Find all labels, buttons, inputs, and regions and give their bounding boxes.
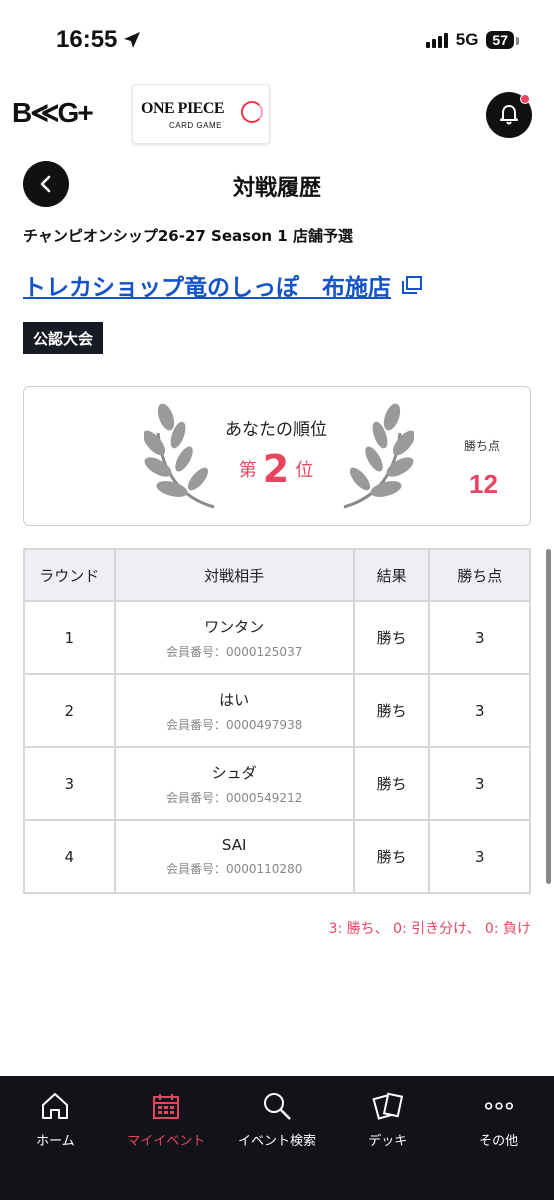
header-result: 結果 [352,548,431,602]
score-legend: 3: 勝ち、 0: 引き分け、 0: 負け [328,921,531,937]
nav-home[interactable]: ホーム [0,1076,111,1200]
opponent-cell: SAI 会員番号：0000110280 [113,819,355,894]
bottom-nav: ホーム マイイベント イベント検索 デッキ その他 [0,1076,554,1200]
rank-prefix: 第 [238,460,257,481]
round-cell: 3 [23,746,116,821]
op-ring-icon [241,101,263,123]
opponent-name: はい [219,690,250,709]
home-icon [39,1090,71,1122]
location-arrow-icon [124,32,141,48]
search-icon [261,1090,293,1122]
table-row: 3 シュダ 会員番号：0000549212 勝ち 3 [23,746,531,821]
nav-deck[interactable]: デッキ [332,1076,443,1200]
nav-deck-label: デッキ [368,1134,408,1149]
points-cell: 3 [428,600,531,675]
clock-text: 16:55 [56,26,118,53]
cards-icon [372,1090,404,1122]
app-header: B≪G+ ONE PIECE CARD GAME [0,84,554,146]
points-value: 12 [469,469,498,499]
event-name: チャンピオンシップ26-27 Season 1 店舗予選 [23,227,353,245]
one-piece-logo[interactable]: ONE PIECE CARD GAME [132,84,270,144]
opponent-cell: はい 会員番号：0000497938 [113,673,355,748]
result-cell: 勝ち [352,600,431,675]
member-id: 会員番号：0000125037 [165,644,303,659]
op-logo-title: ONE PIECE [141,100,225,117]
nav-more[interactable]: その他 [443,1076,554,1200]
result-cell: 勝ち [352,746,431,821]
nav-event-search-label: イベント検索 [237,1134,316,1149]
status-time: 16:55 [56,26,141,54]
battery-icon: 57 [486,31,519,49]
rank-value: 第2位 [22,447,530,491]
opponent-name: SAI [221,836,247,854]
header-opponent: 対戦相手 [113,548,355,602]
more-icon [483,1090,515,1122]
shop-name: トレカショップ竜のしっぽ 布施店 [23,275,391,301]
official-tournament-badge: 公認大会 [23,322,104,354]
rank-card: あなたの順位 第2位 勝ち点 12 [23,386,531,526]
points-cell: 3 [428,673,531,748]
table-row: 4 SAI 会員番号：0000110280 勝ち 3 [23,819,531,894]
result-cell: 勝ち [352,819,431,894]
round-cell: 4 [23,819,116,894]
header-points: 勝ち点 [428,548,531,602]
bccg-logo[interactable]: B≪G+ [12,96,94,129]
points-cell: 3 [428,746,531,821]
member-id: 会員番号：0000110280 [165,862,303,876]
points-cell: 3 [428,819,531,894]
nav-my-events-label: マイイベント [127,1134,206,1149]
shop-link[interactable]: トレカショップ竜のしっぽ 布施店 [23,268,423,302]
header-round: ラウンド [23,548,116,602]
result-cell: 勝ち [352,673,431,748]
network-type: 5G [455,30,479,49]
table-row: 1 ワンタン 会員番号：0000125037 勝ち 3 [23,600,531,675]
scrollbar[interactable] [546,549,551,884]
nav-more-label: その他 [479,1134,519,1149]
table-row: 2 はい 会員番号：0000497938 勝ち 3 [23,673,531,748]
nav-event-search[interactable]: イベント検索 [222,1076,333,1200]
rank-label: あなたの順位 [225,420,327,440]
calendar-icon [150,1090,182,1122]
table-header-row: ラウンド 対戦相手 結果 勝ち点 [23,548,531,602]
notification-dot [520,94,530,104]
bell-icon [500,105,518,125]
status-bar: 16:55 5G 57 [0,0,554,80]
external-link-icon [402,276,422,294]
rank-number: 2 [262,447,290,491]
opponent-name: ワンタン [204,617,265,636]
results-table: ラウンド 対戦相手 結果 勝ち点 1 ワンタン 会員番号：0000125037 … [23,548,531,894]
opponent-cell: ワンタン 会員番号：0000125037 [113,600,355,675]
member-id: 会員番号：0000549212 [165,790,303,805]
notification-button[interactable] [486,92,532,138]
opponent-cell: シュダ 会員番号：0000549212 [113,746,355,821]
nav-my-events[interactable]: マイイベント [111,1076,222,1200]
page-title: 対戦履歴 [232,176,321,201]
member-id: 会員番号：0000497938 [165,717,303,732]
rank-suffix: 位 [295,460,314,481]
opponent-name: シュダ [211,763,257,782]
points-label: 勝ち点 [464,439,501,453]
nav-home-label: ホーム [36,1134,75,1149]
signal-icon [425,32,448,48]
round-cell: 2 [23,673,116,748]
op-logo-subtitle: CARD GAME [169,121,222,130]
round-cell: 1 [23,600,116,675]
status-indicators: 5G 57 [425,30,519,50]
